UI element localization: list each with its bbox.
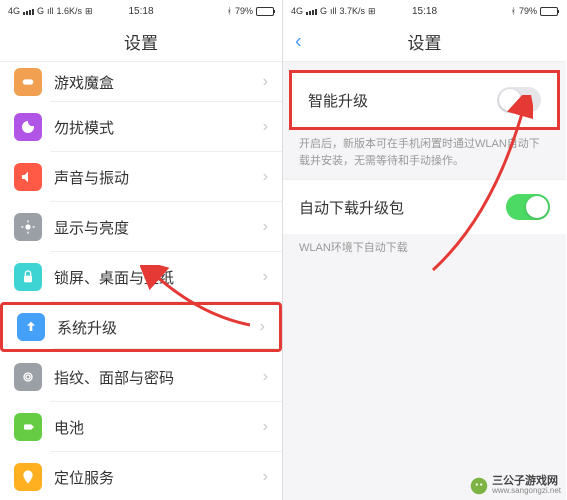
smart-upgrade-label: 智能升级 (308, 90, 368, 111)
signal-icon (306, 7, 317, 15)
right-phone: 4G G ıll 3.7K/s ⊞ 15:18 ᚼ 79% ‹ 设置 智能升级 (283, 0, 566, 500)
bluetooth-icon: ᚼ (511, 6, 516, 16)
chevron-right-icon: › (263, 368, 268, 386)
item-game-box[interactable]: 游戏魔盒 › (0, 62, 282, 102)
page-title: 设置 (124, 29, 158, 54)
page-title: 设置 (408, 29, 442, 54)
item-biometric[interactable]: 指纹、面部与密码 › (0, 352, 282, 402)
header: ‹ 设置 (283, 22, 566, 62)
apps-icon: ⊞ (85, 6, 93, 17)
settings-list: 游戏魔盒 › 勿扰模式 › 声音与振动 › 显示与亮度 › 锁屏、桌面与壁纸 (0, 62, 282, 500)
smart-upgrade-row[interactable]: 智能升级 (292, 73, 557, 127)
network-label: 4G (8, 6, 20, 16)
signal2-label: ıll (330, 6, 337, 16)
auto-download-row[interactable]: 自动下载升级包 (283, 179, 566, 234)
item-dnd[interactable]: 勿扰模式 › (0, 102, 282, 152)
status-bar: 4G G ıll 3.7K/s ⊞ 15:18 ᚼ 79% (283, 0, 566, 22)
item-label: 勿扰模式 (54, 117, 263, 138)
battery-pct: 79% (235, 6, 253, 16)
watermark: 三公子游戏网 www.sangongzi.net (470, 475, 561, 496)
carrier-label: G (320, 6, 327, 16)
status-bar: 4G G ıll 1.6K/s ⊞ 15:18 ᚼ 79% (0, 0, 282, 22)
item-label: 锁屏、桌面与壁纸 (54, 267, 263, 288)
chevron-right-icon: › (263, 418, 268, 436)
battery-icon (256, 7, 274, 16)
signal-icon (23, 7, 34, 15)
item-battery[interactable]: 电池 › (0, 402, 282, 452)
bluetooth-icon: ᚼ (227, 6, 232, 16)
item-label: 定位服务 (54, 467, 263, 488)
watermark-logo-icon (470, 477, 488, 495)
speaker-icon (14, 163, 42, 191)
item-label: 系统升级 (57, 317, 260, 338)
signal2-label: ıll (47, 6, 54, 16)
item-label: 电池 (54, 417, 263, 438)
item-label: 游戏魔盒 (54, 72, 263, 93)
location-icon (14, 463, 42, 491)
left-phone: 4G G ıll 1.6K/s ⊞ 15:18 ᚼ 79% 设置 游戏魔盒 › (0, 0, 283, 500)
item-system-upgrade[interactable]: 系统升级 › (0, 302, 282, 352)
item-lockscreen[interactable]: 锁屏、桌面与壁纸 › (0, 252, 282, 302)
auto-download-label: 自动下载升级包 (299, 197, 404, 218)
chevron-right-icon: › (263, 168, 268, 186)
chevron-right-icon: › (263, 468, 268, 486)
time-label: 15:18 (412, 6, 437, 17)
battery-icon (540, 7, 558, 16)
upgrade-icon (17, 313, 45, 341)
fingerprint-icon (14, 363, 42, 391)
lock-icon (14, 263, 42, 291)
chevron-right-icon: › (263, 218, 268, 236)
chevron-right-icon: › (263, 268, 268, 286)
smart-upgrade-toggle[interactable] (497, 87, 541, 113)
smart-upgrade-highlight: 智能升级 (289, 70, 560, 130)
speed-label: 3.7K/s (340, 6, 366, 16)
item-label: 显示与亮度 (54, 217, 263, 238)
battery-pct: 79% (519, 6, 537, 16)
item-sound[interactable]: 声音与振动 › (0, 152, 282, 202)
smart-upgrade-desc: 开启后，新版本可在手机闲置时通过WLAN自动下载并安装，无需等待和手动操作。 (283, 130, 566, 179)
sun-icon (14, 213, 42, 241)
chevron-right-icon: › (260, 318, 265, 336)
time-label: 15:18 (128, 6, 153, 17)
chevron-right-icon: › (263, 118, 268, 136)
item-label: 指纹、面部与密码 (54, 367, 263, 388)
auto-download-toggle[interactable] (506, 194, 550, 220)
auto-download-desc: WLAN环境下自动下载 (283, 234, 566, 267)
header: 设置 (0, 22, 282, 62)
back-button[interactable]: ‹ (295, 30, 302, 53)
item-location[interactable]: 定位服务 › (0, 452, 282, 500)
item-display[interactable]: 显示与亮度 › (0, 202, 282, 252)
moon-icon (14, 113, 42, 141)
battery-icon (14, 413, 42, 441)
carrier-label: G (37, 6, 44, 16)
item-label: 声音与振动 (54, 167, 263, 188)
network-label: 4G (291, 6, 303, 16)
chevron-right-icon: › (263, 73, 268, 91)
apps-icon: ⊞ (368, 6, 376, 17)
game-icon (14, 68, 42, 96)
watermark-url: www.sangongzi.net (492, 487, 561, 496)
speed-label: 1.6K/s (57, 6, 83, 16)
